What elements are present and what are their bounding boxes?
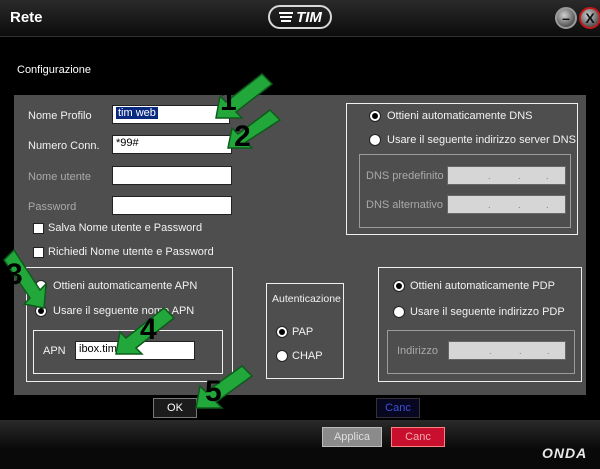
dns-preferred-label: DNS predefinito — [366, 170, 444, 182]
dns-alternate-label: DNS alternativo — [366, 199, 444, 211]
password-input[interactable] — [112, 196, 232, 215]
ip-separator: . — [547, 346, 550, 356]
username-input[interactable] — [112, 166, 232, 185]
ip-separator: . — [518, 200, 521, 210]
dns-preferred-input[interactable]: ... — [447, 166, 566, 185]
password-label: Password — [28, 201, 77, 213]
section-label: Configurazione — [17, 64, 91, 76]
pdp-address-input[interactable]: ... — [448, 341, 566, 360]
pdp-address-group: Indirizzo ... — [387, 330, 575, 374]
close-button[interactable]: X — [579, 7, 600, 29]
ask-credentials-label: Richiedi Nome utente e Password — [48, 246, 214, 258]
bottom-bar — [0, 420, 600, 469]
minimize-button[interactable]: – — [555, 7, 577, 29]
pdp-auto-radio[interactable] — [393, 280, 405, 292]
pdp-manual-label: Usare il seguente indirizzo PDP — [410, 306, 565, 318]
window-title: Rete — [10, 9, 43, 26]
auth-chap-label: CHAP — [292, 350, 323, 362]
pdp-auto-label: Ottieni automaticamente PDP — [410, 280, 555, 292]
dns-auto-label: Ottieni automaticamente DNS — [387, 110, 533, 122]
ip-separator: . — [488, 200, 491, 210]
green-arrow-icon — [195, 365, 254, 409]
ip-separator: . — [546, 200, 549, 210]
profile-name-label: Nome Profilo — [28, 110, 92, 122]
auth-chap-radio[interactable] — [276, 350, 288, 362]
ip-separator: . — [518, 171, 521, 181]
save-credentials-label: Salva Nome utente e Password — [48, 222, 203, 234]
apn-auto-label: Ottieni automaticamente APN — [53, 280, 198, 292]
pdp-manual-radio[interactable] — [393, 306, 405, 318]
tim-logo-icon — [279, 12, 294, 22]
auth-group: Autenticazione PAP CHAP — [266, 283, 344, 379]
pdp-address-label: Indirizzo — [397, 345, 438, 357]
ip-separator: . — [546, 171, 549, 181]
dns-manual-label: Usare il seguente indirizzo server DNS — [387, 134, 576, 146]
username-label: Nome utente — [28, 171, 91, 183]
apply-button[interactable]: Applica — [322, 427, 382, 447]
dns-auto-radio[interactable] — [369, 110, 381, 122]
tim-logo: TIM — [268, 5, 332, 29]
profile-name-value: tim web — [116, 107, 158, 119]
green-arrow-icon — [227, 109, 282, 149]
close-icon: X — [585, 10, 595, 26]
annotation-2: 2 — [234, 120, 251, 153]
dns-servers-group: DNS predefinito ... DNS alternativo ... — [359, 154, 571, 228]
annotation-3: 3 — [6, 258, 23, 291]
cancel-button[interactable]: Canc — [376, 398, 420, 418]
save-credentials-checkbox[interactable] — [33, 223, 44, 234]
logo-text: TIM — [296, 8, 322, 26]
auth-pap-radio[interactable] — [276, 326, 288, 338]
auth-title: Autenticazione — [272, 293, 341, 305]
auth-pap-label: PAP — [292, 326, 314, 338]
title-bar: Rete TIM – X — [0, 0, 600, 37]
ip-separator: . — [519, 346, 522, 356]
dns-manual-radio[interactable] — [369, 134, 381, 146]
annotation-4: 4 — [140, 313, 157, 346]
cancel-bottom-button[interactable]: Canc — [391, 427, 445, 447]
ip-separator: . — [488, 171, 491, 181]
ip-separator: . — [489, 346, 492, 356]
pdp-group: Ottieni automaticamente PDP Usare il seg… — [378, 267, 582, 382]
dns-group: Ottieni automaticamente DNS Usare il seg… — [346, 103, 578, 235]
annotation-5: 5 — [205, 375, 222, 408]
conn-number-input[interactable]: *99# — [112, 135, 232, 154]
minimize-icon: – — [562, 10, 570, 26]
dns-alternate-input[interactable]: ... — [447, 195, 566, 214]
apn-label: APN — [43, 345, 66, 357]
conn-number-label: Numero Conn. — [28, 140, 100, 152]
network-settings-window: Rete TIM – X Configurazione Nome Profilo… — [0, 0, 600, 469]
configuration-panel: Nome Profilo tim web Numero Conn. *99# N… — [14, 95, 586, 395]
ok-button[interactable]: OK — [153, 398, 197, 418]
brand-logo: ONDA — [542, 445, 588, 461]
